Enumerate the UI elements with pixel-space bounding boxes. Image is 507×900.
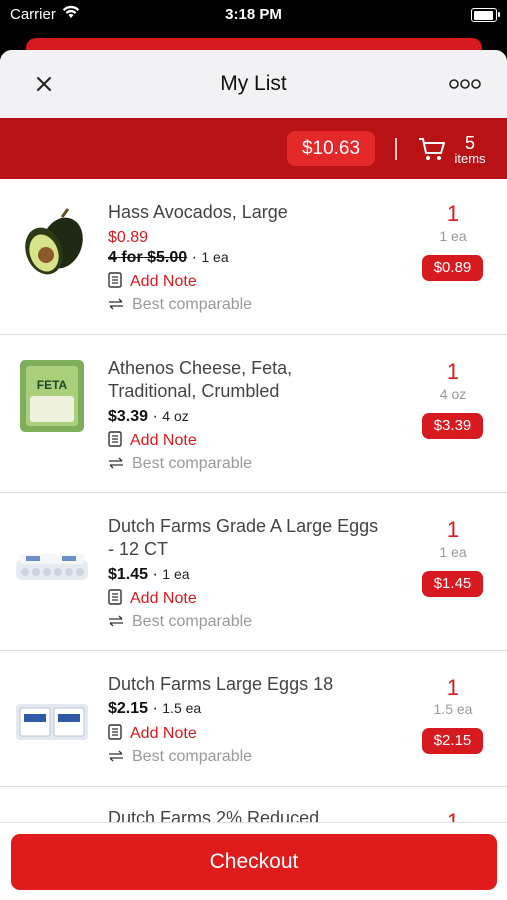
cart-icon[interactable]: [418, 136, 446, 162]
note-icon: [108, 589, 122, 605]
quantity[interactable]: 1: [403, 517, 503, 543]
regular-price: $2.15 · 1.5 ea: [108, 700, 202, 717]
feta-cheese-image: FETA: [20, 360, 84, 432]
quantity[interactable]: 1: [403, 201, 503, 227]
quantity-unit: 4 oz: [439, 386, 467, 402]
note-icon: [108, 272, 122, 288]
swap-icon: [109, 750, 123, 762]
quantity[interactable]: 1: [403, 359, 503, 385]
list-total: $10.63: [287, 131, 375, 166]
clock: 3:18 PM: [225, 6, 282, 23]
checkout-button[interactable]: Checkout: [11, 834, 497, 890]
swap-icon: [109, 615, 123, 627]
quantity[interactable]: 1: [403, 675, 503, 701]
product-name[interactable]: Dutch Farms Grade A Large Eggs - 12 CT: [108, 515, 408, 561]
add-note-button[interactable]: Add Note: [108, 431, 197, 450]
item-count-label: items: [454, 151, 486, 166]
avocado-image: [25, 208, 83, 275]
page-title: My List: [220, 72, 287, 95]
product-name[interactable]: Hass Avocados, Large: [108, 201, 408, 224]
item-total-badge: $2.15: [422, 728, 483, 754]
nav-bar: My List: [0, 50, 507, 118]
summary-divider: [395, 138, 397, 160]
add-note-button[interactable]: Add Note: [108, 724, 197, 743]
regular-price: $1.45 · 1 ea: [108, 566, 190, 583]
quantity-unit: 1 ea: [439, 544, 467, 560]
item-total-badge: $1.45: [422, 571, 483, 597]
status-bar: Carrier 3:18 PM: [0, 0, 507, 30]
quantity-unit: 1 ea: [439, 228, 467, 244]
battery-icon: [471, 8, 500, 22]
note-icon: [108, 724, 122, 740]
list-sheet: My List $10.63 5 items Hass Avocados, La…: [0, 50, 507, 900]
note-icon: [108, 431, 122, 447]
egg-carton-image: [16, 704, 88, 740]
more-options-icon[interactable]: [449, 77, 481, 91]
egg-carton-image: [16, 554, 88, 580]
best-comparable-button[interactable]: Best comparable: [108, 296, 252, 314]
add-note-button[interactable]: Add Note: [108, 272, 197, 291]
product-name[interactable]: Athenos Cheese, Feta, Traditional, Crumbl…: [108, 357, 408, 403]
checkout-bar: Checkout: [0, 822, 507, 900]
item-total-badge: $3.39: [422, 413, 483, 439]
best-comparable-button[interactable]: Best comparable: [108, 455, 252, 473]
regular-price: 4 for $5.00 · 1 ea: [108, 249, 229, 266]
item-total-badge: $0.89: [422, 255, 483, 281]
best-comparable-button[interactable]: Best comparable: [108, 748, 252, 766]
add-note-button[interactable]: Add Note: [108, 589, 197, 608]
regular-price: $3.39 · 4 oz: [108, 408, 189, 425]
quantity-unit: 1.5 ea: [433, 701, 473, 717]
list-item[interactable]: Dutch Farms Grade A Large Eggs - 12 CT $1…: [0, 493, 507, 651]
product-name[interactable]: Dutch Farms Large Eggs 18: [108, 673, 408, 696]
list-item[interactable]: Hass Avocados, Large $0.89 4 for $5.00 ·…: [0, 179, 507, 335]
list-item[interactable]: Dutch Farms Large Eggs 18 $2.15 · 1.5 ea…: [0, 651, 507, 787]
best-comparable-button[interactable]: Best comparable: [108, 613, 252, 631]
package-label: FETA: [37, 378, 68, 392]
swap-icon: [109, 298, 123, 310]
list-item[interactable]: FETA Athenos Cheese, Feta, Traditional, C…: [0, 335, 507, 493]
swap-icon: [109, 457, 123, 469]
sale-price: $0.89: [108, 229, 149, 246]
